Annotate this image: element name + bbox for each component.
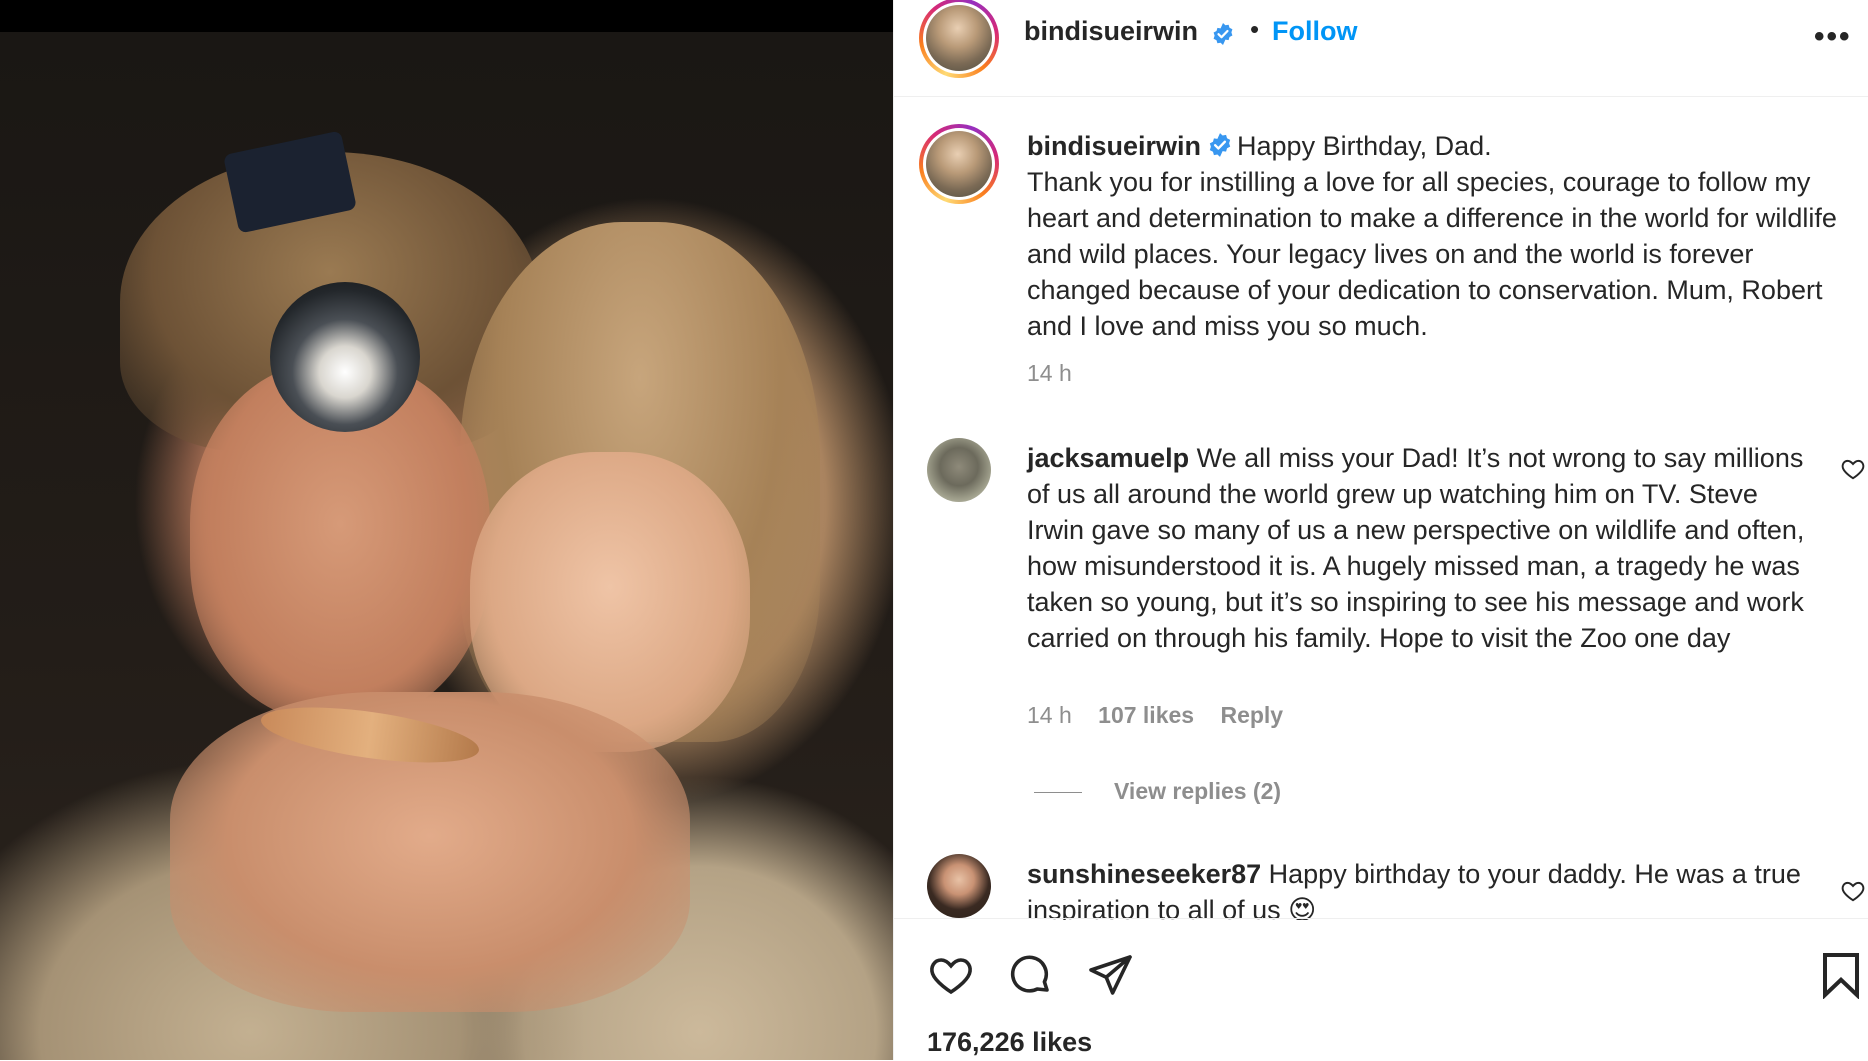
avatar-image xyxy=(926,5,992,71)
caption-text: bindisueirwin Happy Birthday, Dad. Thank… xyxy=(1027,128,1837,344)
follow-button[interactable]: Follow xyxy=(1272,16,1357,47)
caption-body: Thank you for instilling a love for all … xyxy=(1027,167,1837,341)
bookmark-icon[interactable] xyxy=(1819,951,1863,999)
post-likes-count[interactable]: 176,226 likes xyxy=(927,1027,1092,1058)
comment-username[interactable]: sunshineseeker87 xyxy=(1027,859,1261,889)
comment-text: sunshineseeker87 Happy birthday to your … xyxy=(1027,856,1817,920)
comment-username[interactable]: jacksamuelp xyxy=(1027,443,1189,473)
post-panel: bindisueirwin • Follow ••• bindisueirwin… xyxy=(893,0,1868,1060)
comment-item: sunshineseeker87 Happy birthday to your … xyxy=(894,850,1868,920)
comment-meta: 14 h 107 likes Reply xyxy=(1027,702,1303,729)
commenter-avatar[interactable] xyxy=(927,438,991,502)
comment-text: jacksamuelp We all miss your Dad! It’s n… xyxy=(1027,440,1817,656)
caption-first-line: Happy Birthday, Dad. xyxy=(1237,131,1492,161)
comment-body: We all miss your Dad! It’s not wrong to … xyxy=(1027,443,1805,653)
caption-username[interactable]: bindisueirwin xyxy=(1027,131,1201,161)
view-replies-line xyxy=(1034,792,1082,794)
comment-like-heart-icon[interactable] xyxy=(1840,456,1866,482)
comment-bubble-icon[interactable] xyxy=(1006,951,1054,999)
photo-region-headlamp xyxy=(270,282,420,432)
author-username[interactable]: bindisueirwin xyxy=(1024,16,1198,47)
paper-plane-icon[interactable] xyxy=(1086,951,1134,999)
comment-timestamp[interactable]: 14 h xyxy=(1027,702,1072,728)
photo-top-bar xyxy=(0,0,893,32)
avatar-image xyxy=(926,131,992,197)
caption-timestamp[interactable]: 14 h xyxy=(1027,360,1072,387)
caption-author-avatar[interactable] xyxy=(919,124,999,204)
comment-reply-button[interactable]: Reply xyxy=(1220,702,1283,728)
photo-scene xyxy=(0,32,893,1060)
comment-likes-count[interactable]: 107 likes xyxy=(1098,702,1194,728)
post-photo[interactable] xyxy=(0,0,893,1060)
comment-like-heart-icon[interactable] xyxy=(1840,878,1866,904)
view-replies-button[interactable]: View replies (2) xyxy=(1034,778,1281,805)
heart-icon[interactable] xyxy=(927,951,975,999)
post-action-bar: 176,226 likes xyxy=(894,918,1868,1061)
author-avatar[interactable] xyxy=(919,0,999,78)
verified-badge-icon xyxy=(1209,133,1231,157)
post-header: bindisueirwin • Follow ••• xyxy=(894,0,1868,97)
commenter-avatar[interactable] xyxy=(927,854,991,918)
header-separator: • xyxy=(1250,14,1260,44)
view-replies-label: View replies (2) xyxy=(1114,778,1282,804)
more-options-icon[interactable]: ••• xyxy=(1814,20,1852,54)
verified-badge-icon xyxy=(1211,22,1235,51)
